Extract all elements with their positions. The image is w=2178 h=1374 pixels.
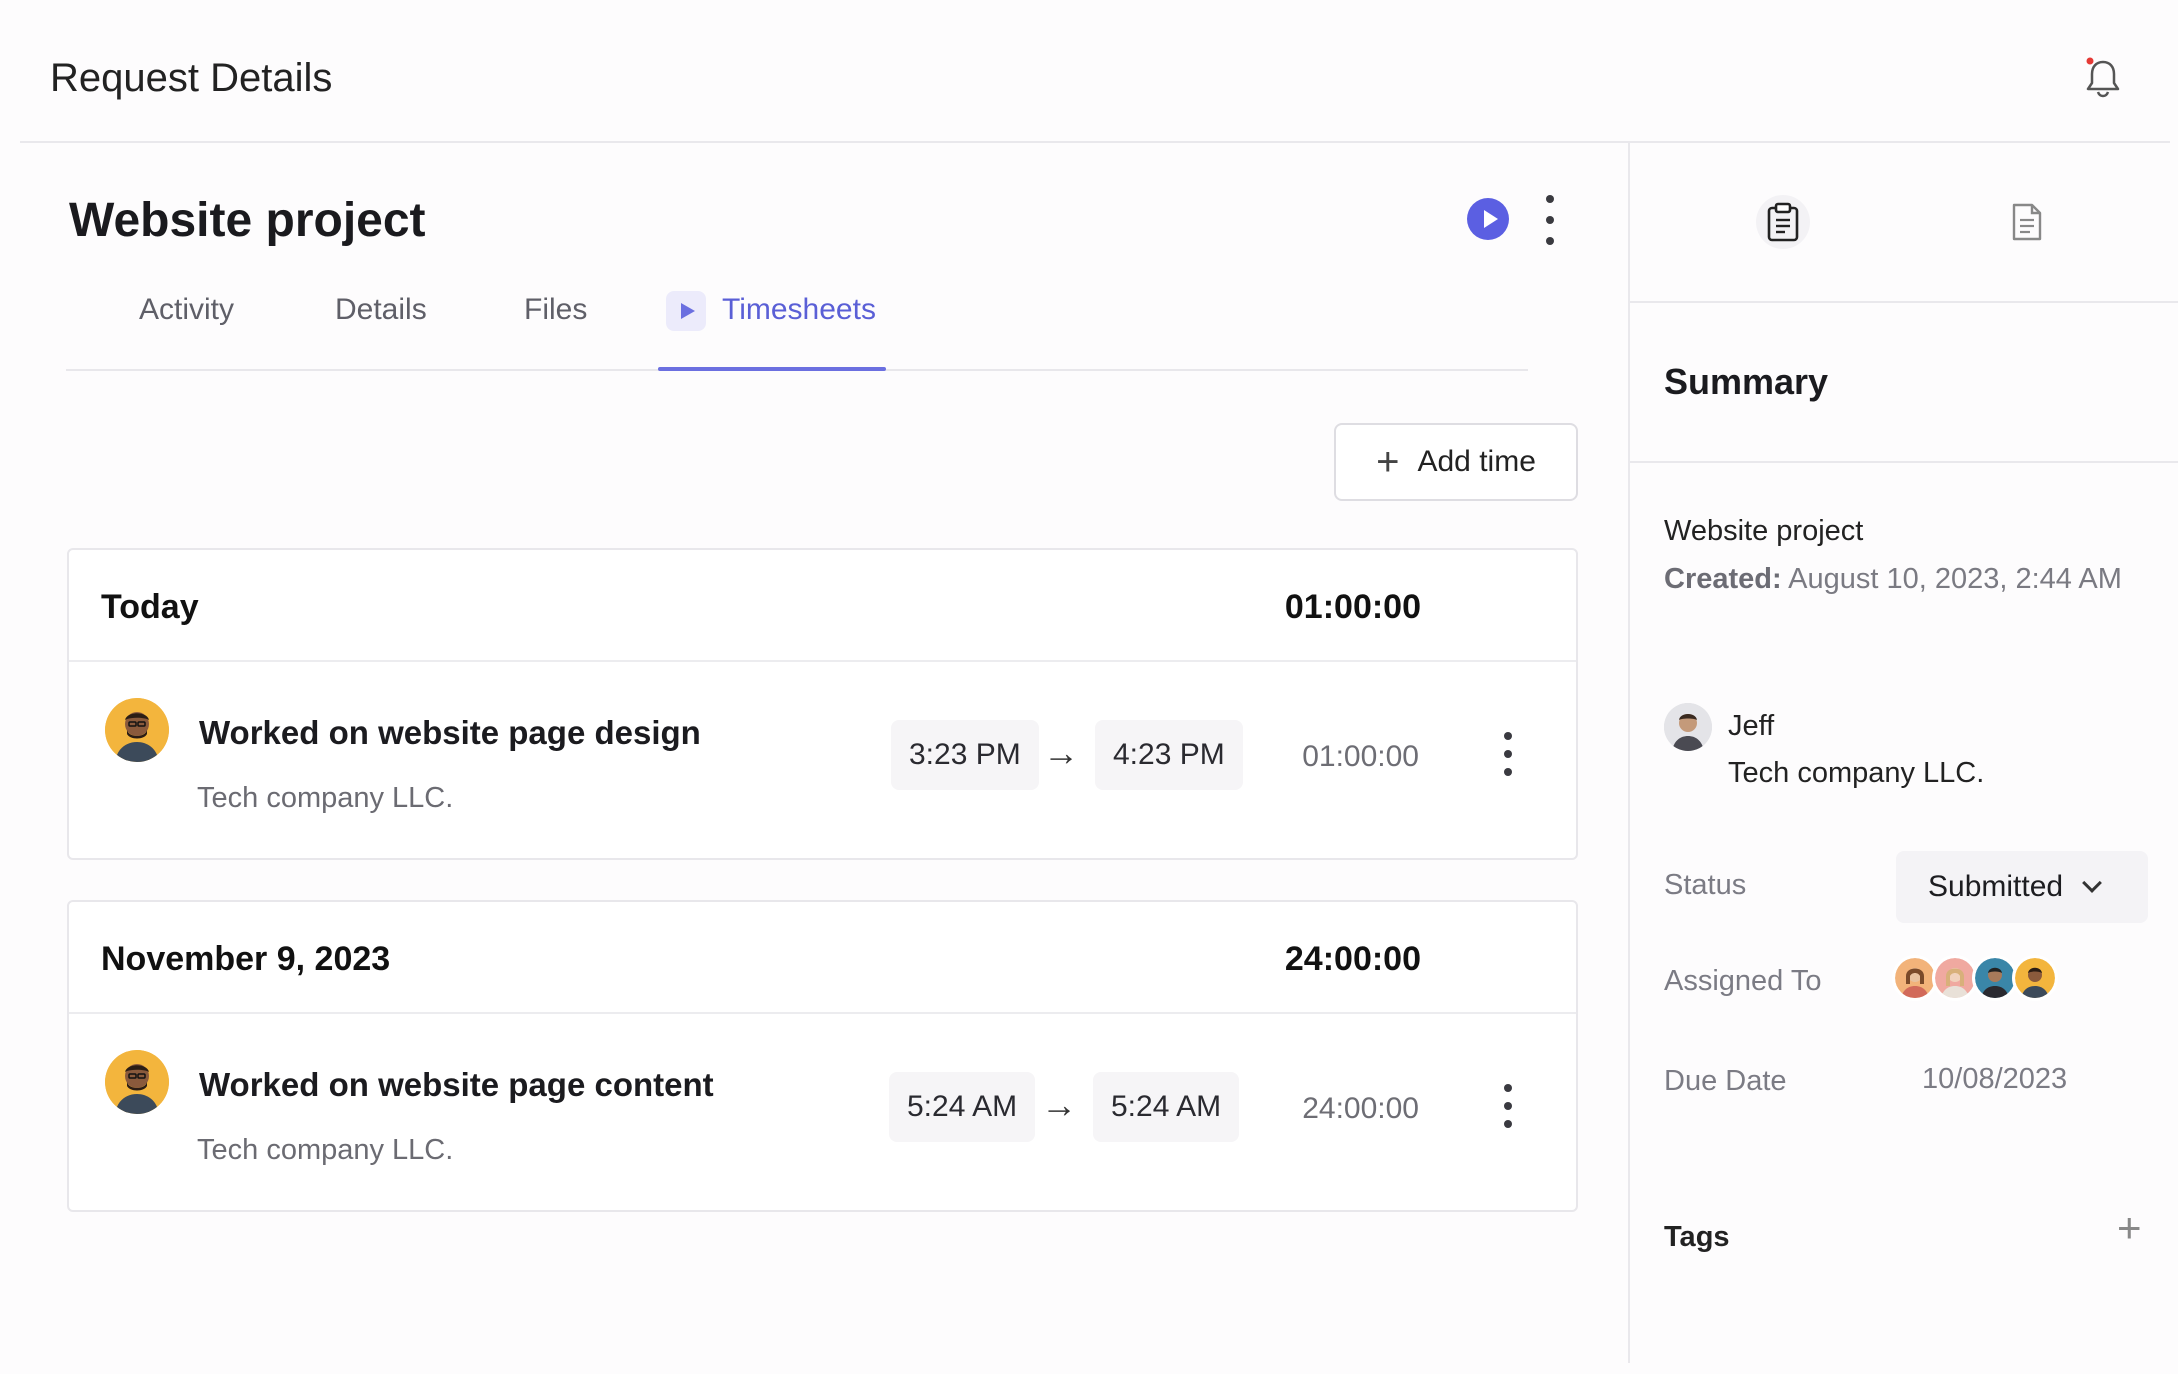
start-timer-button[interactable] [1467, 198, 1509, 240]
summary-title: Summary [1664, 361, 1829, 402]
status-dropdown[interactable]: Submitted [1896, 851, 2148, 923]
entry-company: Tech company LLC. [197, 1134, 454, 1166]
group-total: 24:00:00 [1284, 940, 1421, 978]
entry-company: Tech company LLC. [197, 782, 454, 814]
timesheets-play-icon [666, 291, 706, 331]
active-tab-indicator [658, 367, 886, 371]
arrow-right-icon: → [1041, 1084, 1077, 1125]
tab-details[interactable]: Details [335, 293, 427, 327]
chevron-down-icon [2082, 873, 2102, 893]
add-time-label: Add time [1417, 445, 1536, 478]
top-bar: Request Details [20, 0, 2170, 143]
tab-activity[interactable]: Activity [139, 293, 234, 327]
app-window: Request Details Website project Activity… [0, 0, 2178, 1374]
timesheet-group: November 9, 2023 24:00:00 Worked on webs… [67, 900, 1578, 1212]
arrow-right-icon: → [1043, 732, 1079, 773]
notification-bell-icon[interactable] [2078, 54, 2128, 104]
group-total: 01:00:00 [1284, 588, 1421, 626]
start-time-field[interactable]: 5:24 AM [889, 1072, 1036, 1142]
avatar [1664, 703, 1712, 751]
due-date-label: Due Date [1664, 1065, 1787, 1097]
due-date-value[interactable]: 10/08/2023 [1922, 1063, 2067, 1096]
tab-files[interactable]: Files [524, 293, 587, 327]
requester-company: Tech company LLC. [1728, 757, 1985, 789]
summary-header: Summary [1630, 303, 2178, 463]
entry-duration: 01:00:00 [1302, 740, 1419, 773]
status-value: Submitted [1928, 870, 2064, 903]
requester-name: Jeff [1728, 710, 1775, 742]
timesheet-entry[interactable]: Worked on website page design Tech compa… [69, 662, 1576, 858]
entry-duration: 24:00:00 [1302, 1092, 1419, 1125]
timesheet-group: Today 01:00:00 Worked on website page de… [67, 548, 1578, 860]
avatar [2012, 955, 2058, 1001]
timesheet-entry[interactable]: Worked on website page content Tech comp… [69, 1014, 1576, 1210]
project-title: Website project [69, 194, 426, 247]
group-date: November 9, 2023 [101, 940, 391, 978]
add-tag-icon[interactable]: + [2117, 1207, 2142, 1249]
summary-sidebar: Summary Website project Created: August … [1628, 143, 2178, 1363]
tab-timesheets[interactable]: Timesheets [722, 293, 876, 327]
status-label: Status [1664, 869, 1747, 901]
sidebar-tabs [1630, 143, 2178, 303]
timesheet-group-header: Today 01:00:00 [69, 550, 1576, 662]
created-value: August 10, 2023, 2:44 AM [1788, 563, 2122, 595]
avatar [105, 1050, 169, 1114]
document-icon[interactable] [2000, 195, 2054, 249]
start-time-field[interactable]: 3:23 PM [891, 720, 1039, 790]
entry-more-icon[interactable] [1498, 732, 1518, 776]
more-options-icon[interactable] [1540, 195, 1560, 245]
clipboard-icon[interactable] [1756, 195, 1810, 249]
avatar [105, 698, 169, 762]
created-label: Created: [1664, 563, 1782, 595]
summary-project: Website project [1664, 515, 1864, 547]
summary-created: Created: August 10, 2023, 2:44 AM [1664, 563, 2122, 596]
plus-icon: + [1376, 440, 1400, 484]
group-date: Today [101, 588, 199, 626]
end-time-field[interactable]: 5:24 AM [1093, 1072, 1240, 1142]
assignee-avatars[interactable] [1892, 955, 2058, 1005]
main-panel: Website project Activity Details Files T… [0, 143, 1628, 1363]
tags-label: Tags [1664, 1221, 1730, 1253]
timesheet-group-header: November 9, 2023 24:00:00 [69, 902, 1576, 1014]
assigned-label: Assigned To [1664, 965, 1822, 997]
end-time-field[interactable]: 4:23 PM [1095, 720, 1243, 790]
page-title: Request Details [50, 56, 333, 100]
add-time-button[interactable]: + Add time [1334, 423, 1578, 501]
entry-title: Worked on website page design [199, 714, 701, 751]
entry-more-icon[interactable] [1498, 1084, 1518, 1128]
entry-title: Worked on website page content [199, 1066, 714, 1103]
